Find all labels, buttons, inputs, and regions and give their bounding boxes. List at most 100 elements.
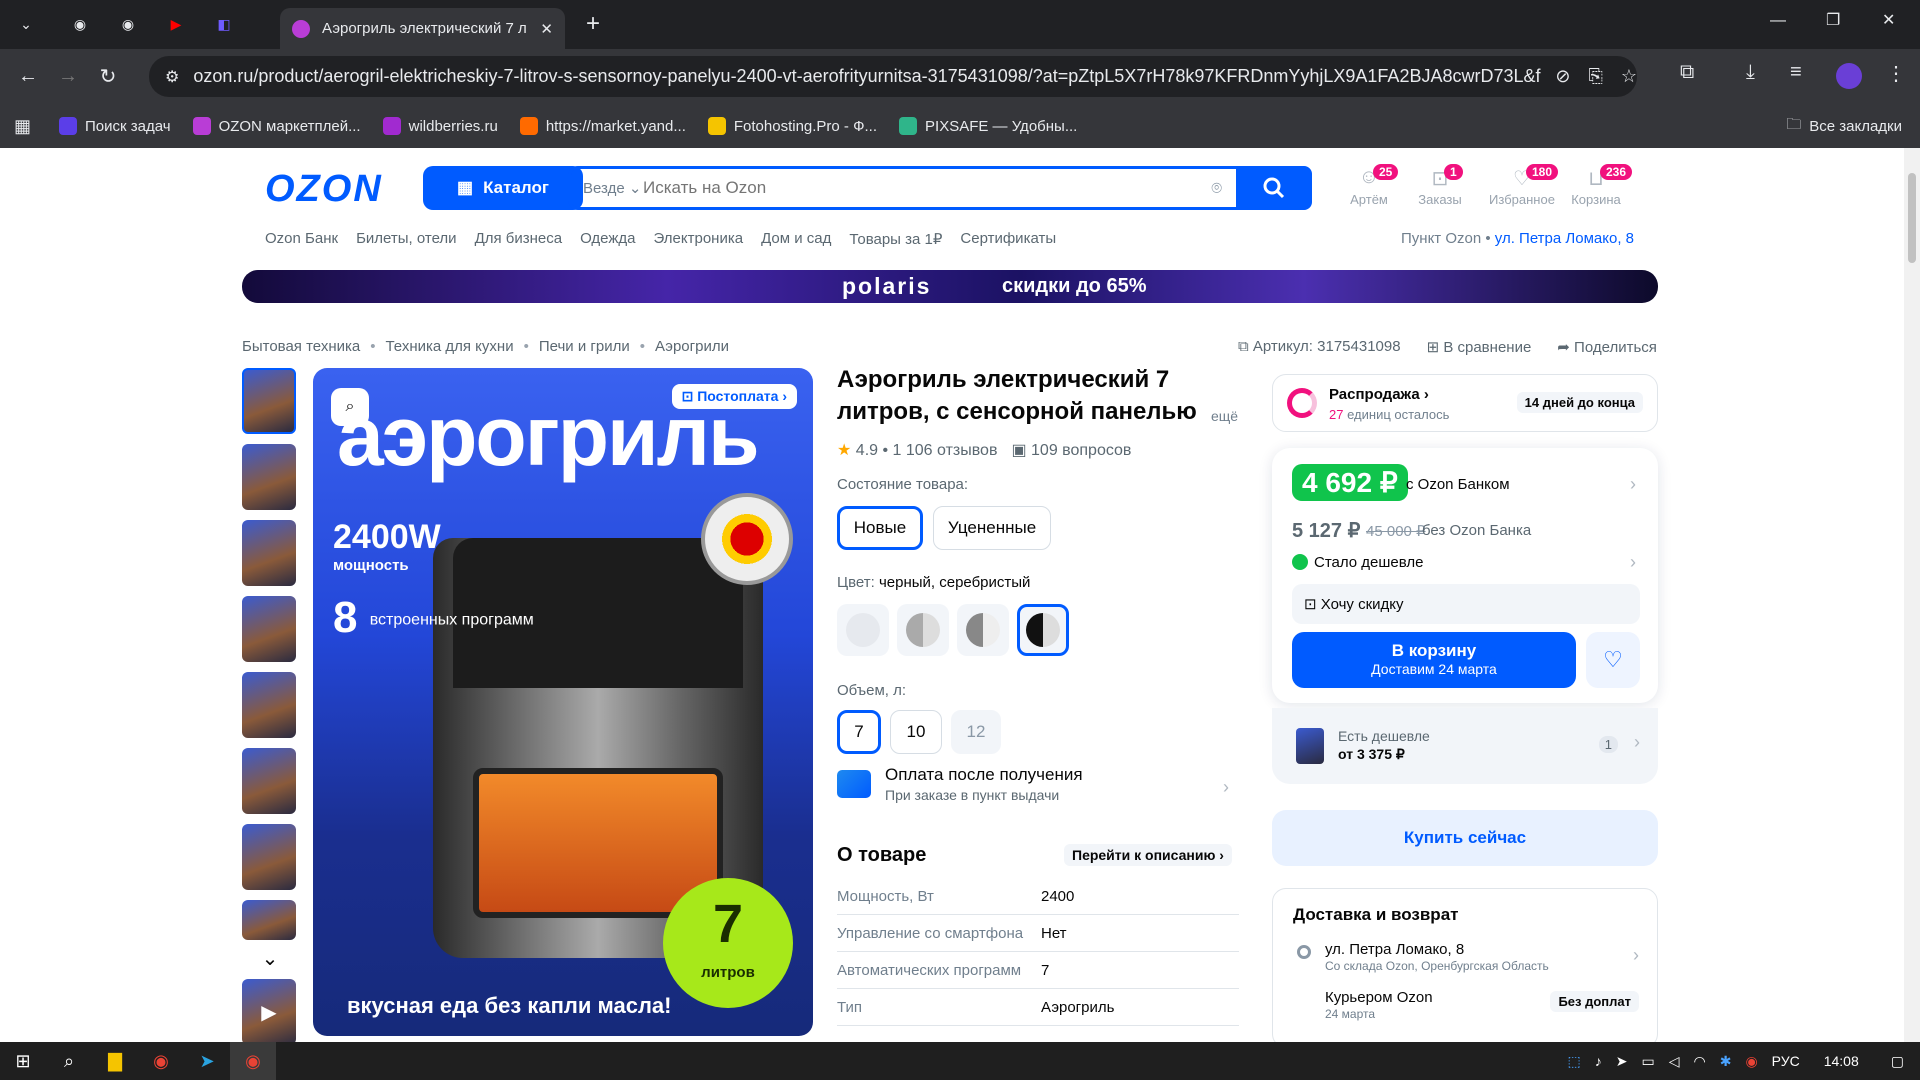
- search-input[interactable]: [643, 178, 1212, 198]
- windows-start-icon[interactable]: ⊞: [0, 1042, 46, 1080]
- notifications-icon[interactable]: ▢: [1891, 1053, 1904, 1070]
- reviews-link[interactable]: ★ 4.9 • 1 106 отзывов: [837, 440, 997, 460]
- url-field[interactable]: ⚙ ozon.ru/product/aerogril-elektricheski…: [149, 56, 1637, 97]
- search-button[interactable]: [1236, 166, 1312, 210]
- tray-app-icon[interactable]: ⬚: [1568, 1053, 1581, 1070]
- extensions-icon[interactable]: ⧉: [1680, 61, 1694, 84]
- thumbnail[interactable]: [242, 596, 296, 662]
- taskbar-search-icon[interactable]: ⌕: [46, 1042, 92, 1080]
- subnav-item[interactable]: Для бизнеса: [475, 230, 563, 248]
- thumbnail[interactable]: [242, 444, 296, 510]
- thumbnail[interactable]: [242, 748, 296, 814]
- thumbnail[interactable]: [242, 824, 296, 890]
- condition-new[interactable]: Новые: [837, 506, 923, 550]
- color-swatch-black-silver[interactable]: [1017, 604, 1069, 656]
- volume-12[interactable]: 12: [951, 710, 1001, 754]
- chevron-right-icon[interactable]: ›: [1633, 945, 1639, 966]
- thumbnail[interactable]: [242, 368, 296, 434]
- tab-search-icon[interactable]: ⌄: [6, 8, 46, 42]
- subnav-item[interactable]: Сертификаты: [960, 230, 1056, 248]
- all-bookmarks[interactable]: 🗀 Все закладки: [1786, 114, 1902, 139]
- chrome-tray-icon[interactable]: ◉: [1745, 1053, 1757, 1070]
- add-to-cart-button[interactable]: В корзину Доставим 24 марта: [1292, 632, 1576, 688]
- media-icon[interactable]: ≡: [1790, 61, 1802, 84]
- breadcrumb-item[interactable]: Бытовая техника: [242, 338, 360, 355]
- scroll-down-chevron-icon[interactable]: ⌄: [242, 946, 298, 971]
- condition-used[interactable]: Уцененные: [933, 506, 1051, 550]
- sku[interactable]: ⧉ Артикул: 3175431098: [1238, 338, 1401, 356]
- tray-app-icon[interactable]: ♪: [1595, 1053, 1602, 1069]
- sale-card[interactable]: Распродажа › 27 единиц осталось 14 дней …: [1272, 374, 1658, 432]
- battery-icon[interactable]: ▭: [1641, 1053, 1654, 1070]
- ozon-logo[interactable]: OZON: [265, 168, 383, 211]
- volume-7[interactable]: 7: [837, 710, 881, 754]
- pinned-tab[interactable]: ◧: [204, 8, 244, 42]
- subnav-item[interactable]: Товары за 1₽: [849, 230, 942, 248]
- questions-link[interactable]: ▣ 109 вопросов: [1011, 440, 1131, 460]
- menu-icon[interactable]: ⋮: [1886, 61, 1906, 86]
- became-cheaper[interactable]: Стало дешевле: [1292, 554, 1424, 571]
- breadcrumb-item[interactable]: Печи и грили: [539, 338, 630, 355]
- subnav-item[interactable]: Одежда: [580, 230, 635, 248]
- telegram-tray-icon[interactable]: ➤: [1616, 1053, 1628, 1070]
- close-tab-icon[interactable]: ✕: [540, 20, 553, 38]
- video-thumbnail[interactable]: ▶: [242, 979, 296, 1042]
- minimize-icon[interactable]: —: [1770, 12, 1786, 30]
- bookmark-item[interactable]: OZON маркетплей...: [192, 117, 361, 135]
- want-discount-button[interactable]: ⊡ Хочу скидку: [1292, 584, 1640, 624]
- clock[interactable]: 14:08: [1824, 1053, 1859, 1069]
- search-scope-select[interactable]: Везде ⌄: [583, 179, 643, 197]
- bookmark-item[interactable]: PIXSAFE — Удобны...: [899, 117, 1077, 135]
- color-swatch[interactable]: [957, 604, 1009, 656]
- delivery-address[interactable]: ул. Петра Ломако, 8: [1325, 941, 1464, 958]
- to-description-link[interactable]: Перейти к описанию ›: [1064, 844, 1232, 866]
- eye-off-icon[interactable]: ⊘: [1555, 66, 1570, 87]
- pickup-point[interactable]: Пункт Ozon • ул. Петра Ломако, 8: [1401, 230, 1634, 247]
- color-swatch[interactable]: [897, 604, 949, 656]
- price-with-bank[interactable]: 4 692 ₽: [1292, 464, 1408, 501]
- reload-icon[interactable]: ↻: [88, 57, 128, 97]
- wifi-icon[interactable]: ◠: [1694, 1053, 1706, 1070]
- volume-10[interactable]: 10: [890, 710, 942, 754]
- bookmark-item[interactable]: Fotohosting.Pro - Ф...: [707, 117, 877, 135]
- header-favorites-button[interactable]: ♡ 180 Избранное: [1482, 164, 1562, 207]
- forward-icon[interactable]: →: [48, 57, 88, 97]
- thumbnail[interactable]: [242, 520, 296, 586]
- main-product-image[interactable]: ⌕ ⊡ Постоплата › аэрогриль 2400W мощность…: [313, 368, 813, 1036]
- thumbnail[interactable]: [242, 672, 296, 738]
- chrome-active-icon[interactable]: ◉: [230, 1042, 276, 1080]
- breadcrumb-item[interactable]: Техника для кухни: [385, 338, 513, 355]
- scroll-thumb[interactable]: [1908, 173, 1916, 263]
- color-swatch[interactable]: [837, 604, 889, 656]
- download-icon[interactable]: ⤓: [1746, 61, 1755, 84]
- active-tab[interactable]: Аэрогриль электрический 7 л ✕: [280, 8, 565, 49]
- camera-icon[interactable]: ⌾: [1211, 178, 1222, 199]
- courier-option[interactable]: Курьером Ozon: [1325, 989, 1433, 1006]
- page-scrollbar[interactable]: [1904, 148, 1920, 1042]
- bookmark-item[interactable]: https://market.yand...: [519, 117, 686, 135]
- pay-after-receipt[interactable]: Оплата после получения При заказе в пунк…: [837, 765, 1232, 815]
- bluetooth-icon[interactable]: ✱: [1720, 1053, 1732, 1070]
- apps-grid-icon[interactable]: ▦: [14, 116, 31, 137]
- volume-icon[interactable]: ◁: [1669, 1053, 1680, 1070]
- bookmark-item[interactable]: wildberries.ru: [382, 117, 498, 135]
- youtube-tab[interactable]: ▶: [156, 8, 196, 42]
- subnav-item[interactable]: Билеты, отели: [356, 230, 457, 248]
- bookmark-item[interactable]: Поиск задач: [59, 117, 171, 135]
- maximize-icon[interactable]: ❐: [1826, 10, 1840, 30]
- back-icon[interactable]: ←: [8, 57, 48, 97]
- new-tab-button[interactable]: +: [586, 10, 600, 38]
- header-cart-button[interactable]: ⊔ 236 Корзина: [1556, 164, 1636, 207]
- profile-avatar[interactable]: [1836, 63, 1862, 89]
- polaris-banner[interactable]: polaris скидки до 65%: [242, 270, 1658, 303]
- close-window-icon[interactable]: ✕: [1882, 10, 1895, 30]
- telegram-icon[interactable]: ➤: [184, 1042, 230, 1080]
- header-profile-button[interactable]: ☺ 25 Артём: [1329, 164, 1409, 207]
- chevron-right-icon[interactable]: ›: [1630, 552, 1636, 573]
- subnav-item[interactable]: Электроника: [654, 230, 744, 248]
- cheaper-alternative[interactable]: Есть дешевле от 3 375 ₽ 1 ›: [1272, 708, 1658, 784]
- thumbnail[interactable]: [242, 900, 296, 940]
- language-indicator[interactable]: РУС: [1772, 1053, 1800, 1069]
- breadcrumb-item[interactable]: Аэрогрили: [655, 338, 729, 355]
- compare-link[interactable]: ⊞ В сравнение: [1427, 338, 1532, 356]
